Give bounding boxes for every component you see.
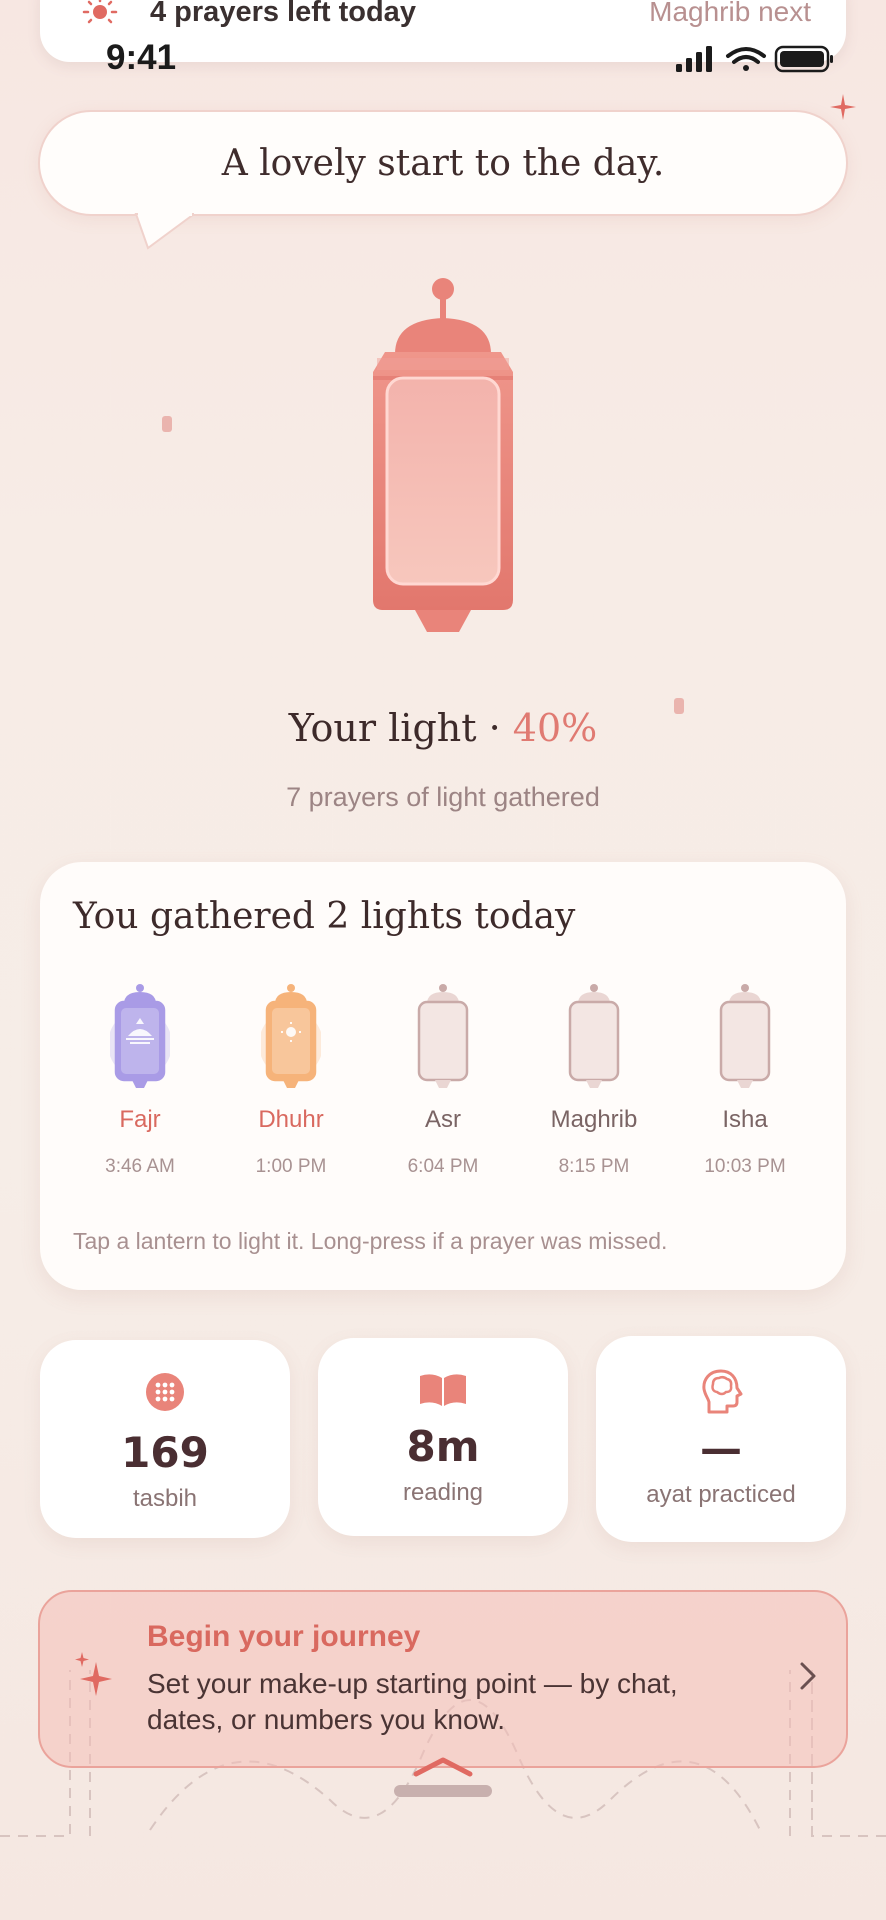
- sun-icon: [80, 0, 120, 28]
- light-percent: 40%: [512, 706, 598, 750]
- wifi-icon: [726, 47, 766, 71]
- tasbih-value: 169: [121, 1428, 209, 1477]
- journey-text: Set your make-up starting point — by cha…: [147, 1668, 678, 1735]
- main-lantern[interactable]: [345, 270, 541, 640]
- sparkle-icon: [74, 1652, 114, 1704]
- status-time: 9:41: [106, 38, 177, 77]
- status-icons: [656, 44, 856, 74]
- prayer-fajr[interactable]: Fajr 3:46 AM: [65, 982, 215, 1178]
- ember-dot: [162, 416, 172, 432]
- prayer-name: Maghrib: [550, 1106, 638, 1133]
- prayer-name: Dhuhr: [258, 1106, 324, 1133]
- ayat-label: ayat practiced: [646, 1481, 796, 1508]
- prayer-name: Isha: [722, 1106, 768, 1133]
- chevron-right-icon: [796, 1658, 820, 1703]
- reading-label: reading: [402, 1479, 484, 1506]
- ayat-tile[interactable]: — ayat practiced: [596, 1336, 846, 1542]
- brain-head-icon: [596, 1368, 846, 1418]
- battery-icon: [774, 45, 833, 73]
- prayer-time: 3:46 AM: [105, 1156, 175, 1177]
- reading-tile[interactable]: 8m reading: [318, 1338, 568, 1536]
- greeting-text: A lovely start to the day.: [221, 142, 665, 184]
- prayer-asr[interactable]: Asr 6:04 PM: [368, 982, 518, 1178]
- prayer-time: 6:04 PM: [407, 1156, 479, 1177]
- prayer-time: 10:03 PM: [704, 1156, 786, 1177]
- prayer-isha[interactable]: Isha 10:03 PM: [670, 982, 820, 1178]
- light-progress-title: Your light · 40%: [0, 706, 886, 750]
- journey-title: Begin your journey: [147, 1620, 421, 1653]
- ayat-value: —: [700, 1424, 742, 1473]
- light-label: Your light ·: [288, 706, 513, 750]
- bubble-tail: [134, 212, 198, 256]
- prayer-name: Asr: [425, 1106, 461, 1133]
- prayer-time: 8:15 PM: [558, 1156, 630, 1177]
- prayers-left-text: 4 prayers left today: [150, 0, 416, 28]
- open-book-icon: [318, 1372, 568, 1412]
- light-subtitle: 7 prayers of light gathered: [286, 782, 600, 812]
- tasbih-tile[interactable]: 169 tasbih: [40, 1340, 290, 1538]
- tasbih-grid-icon: [40, 1372, 290, 1416]
- today-card-title: You gathered 2 lights today: [73, 896, 576, 937]
- prayer-dhuhr[interactable]: Dhuhr 1:00 PM: [216, 982, 366, 1178]
- prayer-time: 1:00 PM: [255, 1156, 327, 1177]
- signal-icon: [676, 46, 712, 72]
- chevron-up-icon[interactable]: [412, 1756, 474, 1782]
- greeting-bubble: A lovely start to the day.: [38, 110, 848, 216]
- next-prayer-text: Maghrib next: [649, 0, 811, 27]
- sheet-handle[interactable]: [394, 1785, 492, 1797]
- reading-value: 8m: [406, 1422, 480, 1471]
- prayer-name: Fajr: [119, 1106, 161, 1133]
- tasbih-label: tasbih: [132, 1485, 198, 1512]
- lantern-hint: Tap a lantern to light it. Long-press if…: [73, 1228, 668, 1254]
- sparkle-icon: [830, 94, 856, 124]
- prayer-maghrib[interactable]: Maghrib 8:15 PM: [519, 982, 669, 1178]
